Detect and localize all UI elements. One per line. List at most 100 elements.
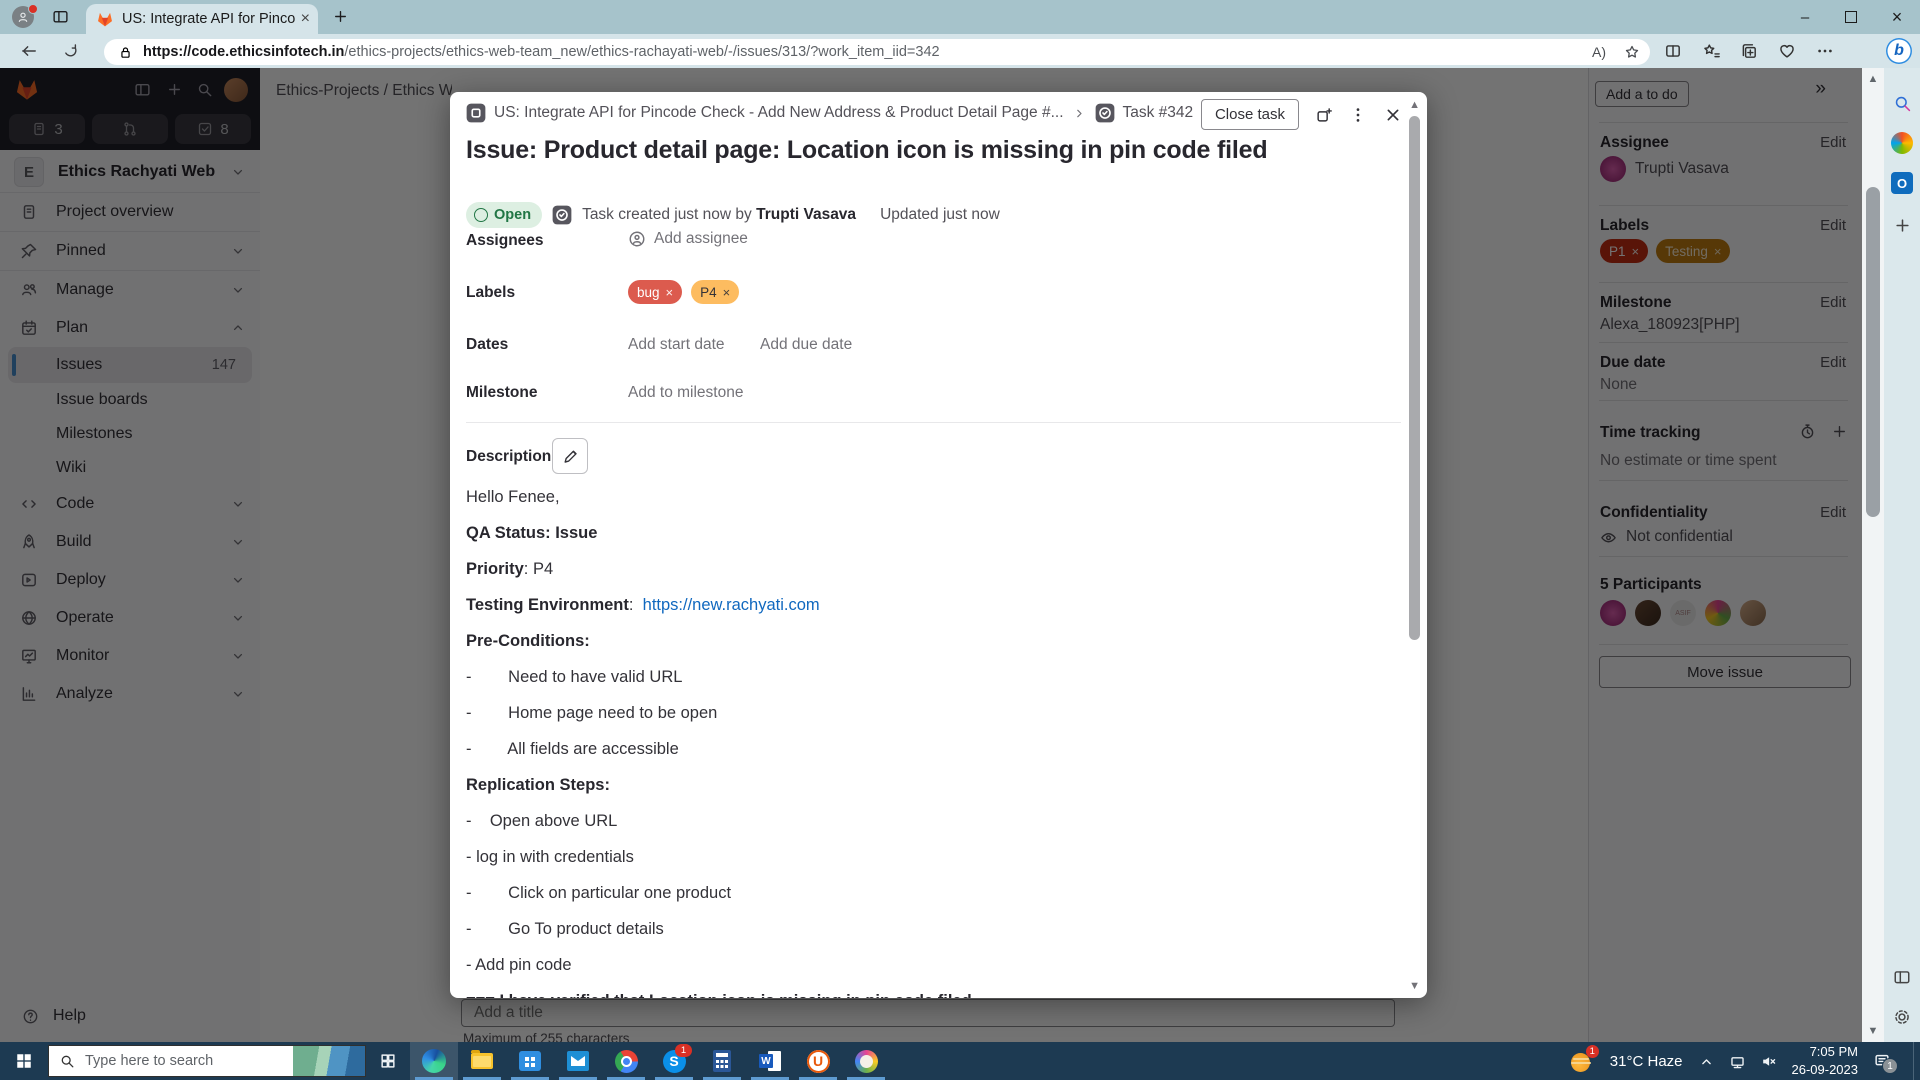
description-link[interactable]: https://new.rachyati.com: [643, 596, 820, 614]
taskbar-app-ultraviewer[interactable]: U: [794, 1042, 842, 1080]
notification-badge: 1: [1882, 1058, 1898, 1074]
window-maximize-button[interactable]: [1828, 0, 1874, 34]
modal-parent-crumb[interactable]: US: Integrate API for Pincode Check - Ad…: [494, 104, 1064, 122]
description-line: - Go To product details: [466, 920, 1383, 956]
hidden-icons-chevron-icon[interactable]: [1698, 1053, 1715, 1070]
start-button[interactable]: [0, 1042, 48, 1080]
add-favorite-star-icon[interactable]: [1624, 44, 1640, 60]
back-icon[interactable]: [20, 42, 38, 60]
description-line: - Add pin code: [466, 956, 1383, 992]
created-meta: Task created just now by Trupti Vasava: [582, 206, 856, 224]
open-circle-icon: [474, 208, 488, 222]
description-line: Pre-Conditions:: [466, 632, 1383, 668]
sidebar-panel-icon[interactable]: [1891, 966, 1913, 988]
settings-icon[interactable]: [1891, 1006, 1913, 1028]
collections-icon[interactable]: [1740, 42, 1758, 60]
taskbar-app-chrome[interactable]: [602, 1042, 650, 1080]
page-scrollbar-thumb[interactable]: [1866, 187, 1880, 517]
task-type-icon: [552, 205, 572, 225]
author-name[interactable]: Trupti Vasava: [756, 206, 856, 223]
taskbar-app-skype[interactable]: S1: [650, 1042, 698, 1080]
modal-close-icon[interactable]: [1383, 105, 1403, 125]
refresh-icon[interactable]: [62, 42, 79, 59]
taskbar-app-calculator[interactable]: [698, 1042, 746, 1080]
new-icon[interactable]: [1891, 214, 1913, 236]
open-full-page-icon[interactable]: [1315, 106, 1333, 124]
chevron-right-icon: [1072, 106, 1087, 121]
description-line: Replication Steps:: [466, 776, 1383, 812]
desktop-screen: US: Integrate API for Pincode Che × – × …: [0, 0, 1920, 1080]
remove-label-icon[interactable]: ×: [666, 285, 674, 300]
more-actions-icon[interactable]: [1349, 106, 1367, 124]
modal-scrollbar[interactable]: [1409, 116, 1420, 640]
notification-center-icon[interactable]: 1: [1873, 1052, 1891, 1070]
task-type-icon: [1095, 103, 1115, 123]
tab-title: US: Integrate API for Pincode Che: [122, 11, 295, 27]
browser-tab-bar: US: Integrate API for Pincode Che × – ×: [0, 0, 1920, 34]
task-view-icon[interactable]: [366, 1042, 410, 1080]
close-task-button[interactable]: Close task: [1201, 99, 1299, 130]
weather-badge: 1: [1586, 1045, 1599, 1058]
taskbar-app-mail[interactable]: [554, 1042, 602, 1080]
edge-sidebar-rail: O: [1884, 68, 1920, 1042]
label-pill-p4[interactable]: P4×: [691, 280, 739, 304]
issue-title: Issue: Product detail page: Location ico…: [466, 136, 1396, 165]
system-tray: 1 31°C Haze 7:05 PM26-09-2023 1: [1571, 1043, 1891, 1078]
weather-text[interactable]: 31°C Haze: [1610, 1053, 1683, 1070]
taskbar-search-box[interactable]: Type here to search: [48, 1045, 366, 1077]
read-aloud-icon[interactable]: A): [1592, 44, 1606, 60]
description-line: - Need to have valid URL: [466, 668, 1383, 704]
browser-essentials-icon[interactable]: [1778, 42, 1796, 60]
bing-search-highlight-image[interactable]: [293, 1046, 365, 1076]
more-options-icon[interactable]: [1816, 42, 1834, 60]
copilot-icon[interactable]: [1891, 132, 1913, 154]
address-bar[interactable]: https://code.ethicsinfotech.in/ethics-pr…: [104, 39, 1650, 65]
taskbar-app-edge[interactable]: [410, 1042, 458, 1080]
taskbar-clock[interactable]: 7:05 PM26-09-2023: [1792, 1043, 1859, 1078]
volume-muted-icon[interactable]: [1760, 1053, 1777, 1070]
milestone-field-label: Milestone: [466, 384, 537, 402]
tab-close-icon[interactable]: ×: [301, 11, 310, 27]
network-icon[interactable]: [1729, 1053, 1746, 1070]
split-screen-icon[interactable]: [1664, 42, 1682, 60]
taskbar-app-paint[interactable]: [842, 1042, 890, 1080]
labels-field-label: Labels: [466, 284, 515, 302]
updated-meta: Updated just now: [880, 206, 1000, 224]
taskbar-app-word[interactable]: W: [746, 1042, 794, 1080]
add-assignee-button[interactable]: Add assignee: [628, 230, 748, 248]
add-milestone-button[interactable]: Add to milestone: [628, 384, 743, 402]
copilot-icon[interactable]: b: [1886, 38, 1912, 64]
browser-tab[interactable]: US: Integrate API for Pincode Che ×: [86, 4, 318, 34]
outlook-icon[interactable]: O: [1891, 172, 1913, 194]
work-item-modal: US: Integrate API for Pincode Check - Ad…: [450, 92, 1427, 998]
modal-scroll-up-icon[interactable]: ▲: [1409, 100, 1420, 111]
favorites-icon[interactable]: [1702, 42, 1720, 60]
modal-task-crumb[interactable]: Task #342: [1123, 104, 1194, 122]
description-line: === I have verified that Location icon i…: [466, 992, 1383, 998]
status-badge: Open: [466, 202, 542, 228]
page-scrollbar[interactable]: ▲ ▼: [1862, 68, 1884, 1042]
gitlab-favicon: [96, 10, 114, 28]
modal-scroll-down-icon[interactable]: ▼: [1409, 981, 1420, 992]
add-start-date-button[interactable]: Add start date: [628, 336, 725, 354]
taskbar-app-store[interactable]: [506, 1042, 554, 1080]
workspaces-icon[interactable]: [52, 8, 69, 25]
window-minimize-button[interactable]: –: [1782, 0, 1828, 34]
show-desktop-strip[interactable]: [1913, 1042, 1920, 1080]
description-line: - Home page need to be open: [466, 704, 1383, 740]
description-line: Testing Environment: https://new.rachyat…: [466, 596, 1383, 632]
label-pill-bug[interactable]: bug×: [628, 280, 682, 304]
search-placeholder: Type here to search: [85, 1053, 293, 1069]
add-due-date-button[interactable]: Add due date: [760, 336, 852, 354]
edit-description-button[interactable]: [552, 438, 588, 474]
dates-field-label: Dates: [466, 336, 508, 354]
new-tab-icon[interactable]: [332, 8, 349, 25]
taskbar-app-explorer[interactable]: [458, 1042, 506, 1080]
weather-icon[interactable]: 1: [1571, 1050, 1595, 1072]
description-heading: Description: [466, 448, 551, 466]
url-text[interactable]: https://code.ethicsinfotech.in/ethics-pr…: [143, 44, 1592, 60]
window-close-button[interactable]: ×: [1874, 0, 1920, 34]
remove-label-icon[interactable]: ×: [723, 285, 731, 300]
search-icon[interactable]: [1891, 92, 1913, 114]
description-line: - All fields are accessible: [466, 740, 1383, 776]
